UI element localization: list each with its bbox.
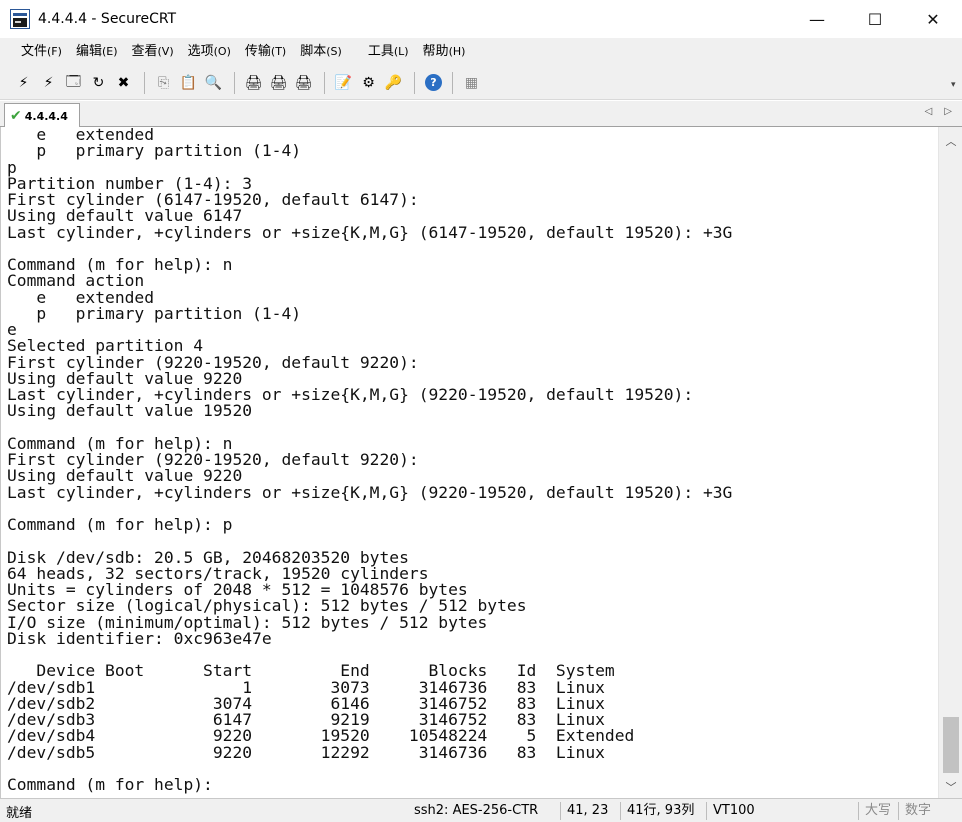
toolbar-separator (324, 71, 325, 94)
status-cursor-position: 41, 23 (560, 802, 614, 820)
scrollbar-thumb[interactable] (943, 717, 959, 773)
session-options-icon[interactable]: 📝 (332, 71, 355, 94)
keymap-icon[interactable]: 🔑 (382, 71, 405, 94)
connect-in-tab-icon[interactable]: 🗔 (62, 71, 85, 94)
close-icon: ✕ (926, 9, 940, 29)
menu-script[interactable]: 脚本(S) (293, 40, 349, 64)
help-icon[interactable]: ? (425, 74, 442, 91)
status-protocol: ssh2: AES-256-CTR (414, 803, 539, 818)
print-setup-icon[interactable]: 🖨 (292, 71, 315, 94)
reconnect-icon[interactable]: ↻ (87, 71, 110, 94)
toolbar-separator (144, 71, 145, 94)
status-ready: 就绪 (6, 806, 33, 821)
minimize-button[interactable]: — (788, 0, 846, 38)
title-bar: 4.4.4.4 - SecureCRT — ☐ ✕ (0, 0, 962, 38)
toolbar: ⚡ ⚡ 🗔 ↻ ✖ ⎘ 📋 🔍 🖨 🖨 🖨 📝 ⚙ 🔑 ? ▦ ▾ (0, 66, 962, 100)
status-emulation: VT100 (706, 802, 761, 820)
window-title: 4.4.4.4 - SecureCRT (38, 11, 177, 27)
toolbar-separator (234, 71, 235, 94)
session-tab-bar: ✔ 4.4.4.4 ◁ ▷ (0, 101, 962, 128)
maximize-button[interactable]: ☐ (846, 0, 904, 38)
tab-scroll-left-icon[interactable]: ◁ (925, 106, 933, 117)
scroll-up-icon[interactable]: ︿ (939, 131, 962, 151)
copy-icon[interactable]: ⎘ (152, 71, 175, 94)
menu-bar: 文件(F) 编辑(E) 查看(V) 选项(O) 传输(T) 脚本(S) 工具(L… (0, 38, 962, 66)
toolbar-separator (452, 71, 453, 94)
minimize-icon: — (809, 9, 825, 29)
find-icon[interactable]: 🔍 (202, 71, 225, 94)
terminal-scrollbar[interactable]: ︿ ﹀ (938, 127, 962, 798)
close-button[interactable]: ✕ (904, 0, 962, 38)
menu-options[interactable]: 选项(O) (181, 40, 238, 64)
status-bar: 就绪 ssh2: AES-256-CTR 41, 23 41行, 93列 VT1… (0, 798, 962, 822)
disconnect-icon[interactable]: ✖ (112, 71, 135, 94)
menu-view[interactable]: 查看(V) (125, 40, 181, 64)
status-num-lock: 数字 (898, 802, 937, 820)
status-caps-lock: 大写 (858, 802, 897, 820)
scroll-down-icon[interactable]: ﹀ (939, 777, 962, 797)
menu-transfer[interactable]: 传输(T) (238, 40, 293, 64)
securecrt-app-icon[interactable] (10, 9, 30, 29)
toolbar-separator (414, 71, 415, 94)
global-options-icon[interactable]: ⚙ (357, 71, 380, 94)
tab-scroll-right-icon[interactable]: ▷ (944, 106, 952, 117)
connected-check-icon: ✔ (10, 108, 22, 124)
print-selection-icon[interactable]: 🖨 (267, 71, 290, 94)
maximize-icon: ☐ (867, 9, 883, 29)
terminal-output: e extended p primary partition (1-4) p P… (7, 127, 733, 794)
menu-help[interactable]: 帮助(H) (416, 40, 473, 64)
menu-edit[interactable]: 编辑(E) (69, 40, 125, 64)
connect-icon[interactable]: ⚡ (12, 71, 35, 94)
tab-label: 4.4.4.4 (24, 109, 68, 123)
status-window-size: 41行, 93列 (620, 802, 700, 820)
tab-4-4-4-4[interactable]: ✔ 4.4.4.4 (4, 103, 80, 128)
paste-icon[interactable]: 📋 (177, 71, 200, 94)
terminal-screen[interactable]: e extended p primary partition (1-4) p P… (0, 127, 938, 798)
toolbar-chevron-icon[interactable]: ▾ (951, 80, 959, 94)
menu-file[interactable]: 文件(F) (14, 40, 69, 64)
print-icon[interactable]: 🖨 (242, 71, 265, 94)
menu-tools[interactable]: 工具(L) (361, 40, 416, 64)
screen-icon[interactable]: ▦ (460, 71, 483, 94)
quick-connect-icon[interactable]: ⚡ (37, 71, 60, 94)
